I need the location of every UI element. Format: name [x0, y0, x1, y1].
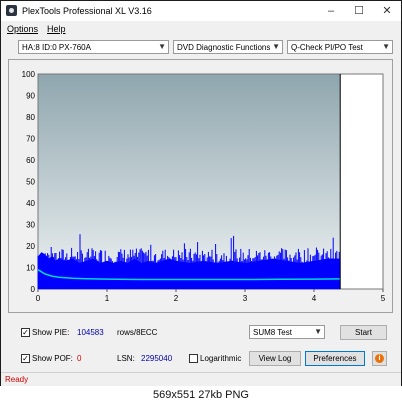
y-tick-label: 20: [26, 242, 35, 251]
chevron-down-icon: ▼: [158, 42, 166, 51]
info-button[interactable]: i: [372, 351, 387, 366]
chevron-down-icon: ▼: [382, 42, 390, 51]
view-log-button[interactable]: View Log: [249, 351, 301, 366]
close-icon[interactable]: ✕: [373, 1, 401, 21]
minimize-icon[interactable]: –: [317, 1, 345, 21]
lsn-label: LSN:: [117, 354, 135, 363]
start-button[interactable]: Start: [340, 325, 387, 340]
pof-value: 0: [77, 354, 82, 363]
y-tick-label: 90: [26, 92, 35, 101]
logarithmic-label: Logarithmic: [200, 354, 242, 363]
test-select[interactable]: Q-Check PI/PO Test ▼: [287, 40, 393, 54]
test-mode-select[interactable]: SUM8 Test ▼: [249, 325, 325, 339]
x-tick-label: 3: [243, 294, 248, 303]
function-select[interactable]: DVD Diagnostic Functions ▼: [173, 40, 283, 54]
status-text: Ready: [5, 375, 29, 384]
x-tick-label: 1: [105, 294, 110, 303]
y-tick-label: 70: [26, 135, 35, 144]
plot-unused-area: [340, 74, 383, 289]
y-tick-label: 80: [26, 113, 35, 122]
menu-bar: Options Help: [1, 21, 401, 36]
app-disc-icon: [6, 5, 17, 16]
show-pof-label: Show POF:: [32, 354, 73, 363]
x-tick-label: 2: [174, 294, 179, 303]
x-tick-label: 4: [312, 294, 317, 303]
menu-help-label: Help: [47, 24, 66, 34]
status-bar: Ready: [1, 372, 401, 387]
x-tick-label: 0: [36, 294, 41, 303]
show-pof-checkbox[interactable]: ✓: [21, 354, 30, 363]
info-icon: i: [375, 354, 384, 363]
maximize-icon[interactable]: ☐: [345, 1, 373, 21]
y-tick-label: 0: [31, 285, 36, 294]
pi-chart: 0 10 20 30 40 50 60 70 80 90 100 0 1 2 3 4 5: [8, 59, 393, 313]
window-title: PlexTools Professional XL V3.16: [22, 6, 152, 16]
title-bar: PlexTools Professional XL V3.16 – ☐ ✕: [1, 1, 401, 21]
menu-options[interactable]: Options: [7, 24, 38, 34]
show-pie-checkbox[interactable]: ✓: [21, 328, 30, 337]
chevron-down-icon: ▼: [272, 42, 280, 51]
pie-value: 104583: [77, 328, 104, 337]
logarithmic-checkbox[interactable]: [189, 354, 198, 363]
lsn-value: 2295040: [141, 354, 173, 363]
y-tick-label: 30: [26, 221, 35, 230]
image-caption: 569x551 27kb PNG: [0, 386, 402, 404]
pie-unit: rows/8ECC: [117, 328, 158, 337]
chart-svg: 0 10 20 30 40 50 60 70 80 90 100 0 1 2 3 4 5: [22, 70, 386, 303]
y-tick-label: 10: [26, 264, 35, 273]
drive-select[interactable]: HA:8 ID:0 PX-760A ▼: [18, 40, 169, 54]
chevron-down-icon: ▼: [314, 327, 322, 336]
drive-select-value: HA:8 ID:0 PX-760A: [22, 43, 91, 52]
show-pie-label: Show PIE:: [32, 328, 70, 337]
app-window: PlexTools Professional XL V3.16 – ☐ ✕ Op…: [0, 0, 402, 387]
test-select-value: Q-Check PI/PO Test: [291, 43, 363, 52]
menu-help[interactable]: Help: [47, 24, 66, 34]
x-tick-label: 5: [381, 294, 386, 303]
y-tick-label: 100: [22, 70, 36, 79]
preferences-button[interactable]: Preferences: [305, 351, 365, 366]
test-mode-value: SUM8 Test: [253, 328, 292, 337]
y-tick-label: 60: [26, 156, 35, 165]
y-tick-label: 40: [26, 199, 35, 208]
y-tick-label: 50: [26, 178, 35, 187]
menu-options-label: Options: [7, 24, 39, 34]
function-select-value: DVD Diagnostic Functions: [177, 43, 271, 52]
